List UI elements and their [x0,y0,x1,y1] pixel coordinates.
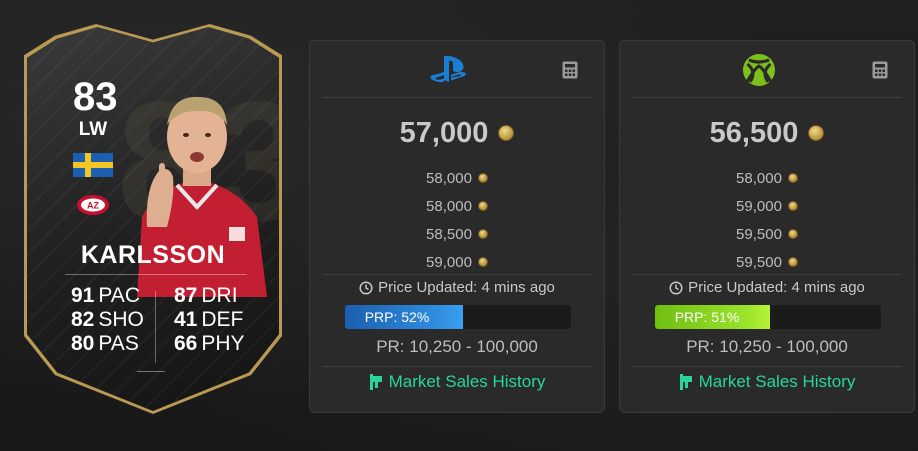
player-position: LW [78,119,108,140]
player-stats: 91 PAC 82 SHO 80 PAS 87 DRI 41 DEF 66 PHY [27,284,279,364]
stat-pas: 80 PAS [71,332,139,355]
xbox-price-panel: 56,500 58,000 59,000 59,500 59,500 Price… [619,40,915,413]
market-history-icon [679,374,692,390]
stats-divider [155,291,156,363]
player-card-face: 83 83 LW AZ [27,27,279,411]
panel-divider [632,274,902,275]
playstation-price-panel: 57,000 58,000 58,000 58,500 59,000 Price… [309,40,605,413]
coin-icon [787,201,798,211]
recent-price-item: 58,000 [620,164,914,192]
price-updated: Price Updated: 4 mins ago [620,279,914,296]
panel-divider [322,366,592,367]
prp-bar: PRP: 52% [345,305,571,329]
market-history-icon [369,374,382,390]
recent-prices-list: 58,000 58,000 58,500 59,000 [310,164,604,276]
clock-icon [669,280,683,295]
panel-divider [632,97,902,98]
price-range: PR: 10,250 - 100,000 [686,337,848,356]
coin-icon [498,125,515,141]
stat-def: 41 DEF [174,308,244,331]
panel-divider [322,274,592,275]
lowest-price-value: 56,500 [709,116,799,149]
az-alkmaar-badge-icon: AZ [77,195,109,215]
lowest-price: 56,500 [620,113,914,153]
price-updated: Price Updated: 4 mins ago [310,279,604,296]
recent-price-item: 59,500 [620,220,914,248]
recent-price-item: 59,000 [310,248,604,276]
market-sales-history-link[interactable]: Market Sales History [620,372,914,392]
recent-price-item: 58,000 [310,164,604,192]
market-sales-history-label[interactable]: Market Sales History [699,372,856,392]
lowest-price: 57,000 [310,113,604,153]
recent-price-item: 59,500 [620,248,914,276]
card-bottom-divider [137,371,165,372]
xbox-logo-icon [743,54,775,86]
stat-pac: 91 PAC [71,284,140,307]
recent-price-item: 58,000 [310,192,604,220]
market-sales-history-link[interactable]: Market Sales History [310,372,604,392]
playstation-logo-icon [430,56,466,83]
calculator-icon[interactable] [872,61,888,79]
coin-icon [787,257,798,267]
prp-label: PRP: 52% [364,309,430,325]
coin-icon [787,229,798,239]
player-rating: 83 [73,75,118,119]
price-range: PR: 10,250 - 100,000 [376,337,538,356]
panel-divider [632,366,902,367]
lowest-price-value: 57,000 [399,116,489,149]
clock-icon [359,280,373,295]
stats-column-right: 87 DRI 41 DEF 66 PHY [174,284,274,356]
stat-sho: 82 SHO [71,308,144,331]
stat-dri: 87 DRI [174,284,238,307]
player-card[interactable]: 83 83 LW AZ [24,24,282,414]
coin-icon [808,125,825,141]
calculator-icon[interactable] [562,61,578,79]
price-updated-text: Price Updated: 4 mins ago [688,279,865,296]
sweden-flag-icon [73,153,113,177]
recent-prices-list: 58,000 59,000 59,500 59,500 [620,164,914,276]
price-updated-text: Price Updated: 4 mins ago [378,279,555,296]
recent-price-item: 58,500 [310,220,604,248]
prp-label: PRP: 51% [674,309,740,325]
recent-price-item: 59,000 [620,192,914,220]
panel-divider [322,97,592,98]
coin-icon [477,173,488,183]
stats-column-left: 91 PAC 82 SHO 80 PAS [71,284,171,356]
market-sales-history-label[interactable]: Market Sales History [389,372,546,392]
coin-icon [477,201,488,211]
name-divider [65,274,247,275]
svg-text:AZ: AZ [87,201,99,211]
coin-icon [477,229,488,239]
coin-icon [787,173,798,183]
stat-phy: 66 PHY [174,332,245,355]
prp-bar: PRP: 51% [655,305,881,329]
player-name: KARLSSON [80,241,226,269]
coin-icon [477,257,488,267]
